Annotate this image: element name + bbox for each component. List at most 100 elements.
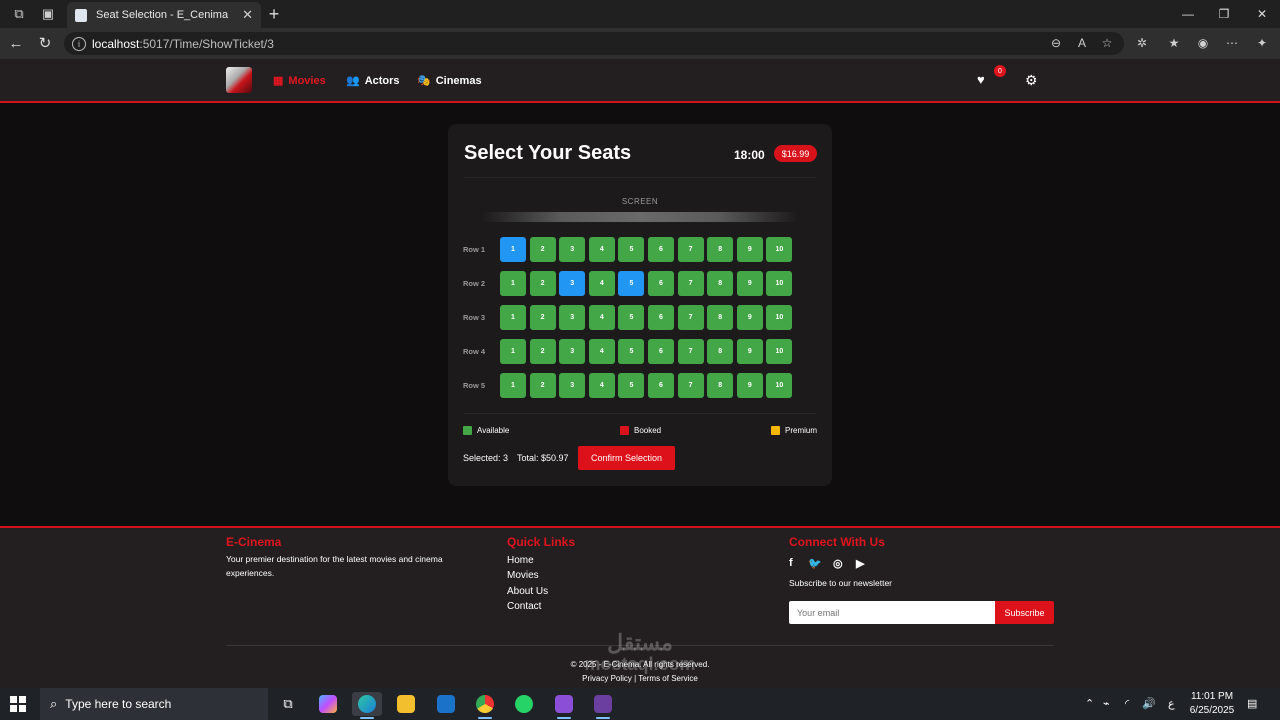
seat-available[interactable]: 1	[500, 339, 526, 364]
subscribe-button[interactable]: Subscribe	[995, 601, 1054, 624]
edge-app-icon[interactable]	[352, 692, 382, 719]
site-info-icon[interactable]: i	[72, 36, 86, 51]
site-logo[interactable]	[226, 67, 252, 93]
seat-available[interactable]: 2	[529, 305, 556, 330]
seat-available[interactable]: 10	[766, 339, 793, 364]
youtube-icon[interactable]: ▶	[856, 557, 864, 570]
input-language[interactable]: ع	[1168, 697, 1175, 710]
seat-available[interactable]: 10	[766, 237, 793, 262]
seat-available[interactable]: 1	[500, 271, 526, 296]
app-icon[interactable]	[588, 692, 618, 719]
seat-available[interactable]: 3	[559, 373, 586, 398]
seat-available[interactable]: 4	[588, 339, 615, 364]
seat-available[interactable]: 2	[529, 373, 556, 398]
seat-available[interactable]: 6	[648, 237, 674, 262]
workspaces-icon[interactable]: ⧉	[5, 0, 33, 28]
seat-available[interactable]: 5	[618, 339, 645, 364]
visual-studio-icon[interactable]	[549, 692, 579, 719]
heart-icon[interactable]: ♥	[977, 72, 985, 87]
footer-link-about[interactable]: About Us	[507, 586, 548, 597]
windows-start-icon[interactable]	[10, 696, 26, 712]
seat-available[interactable]: 3	[559, 237, 586, 262]
instagram-icon[interactable]: ◎	[833, 557, 843, 570]
seat-available[interactable]: 6	[648, 271, 674, 296]
seat-available[interactable]: 2	[529, 339, 556, 364]
seat-available[interactable]: 10	[766, 271, 793, 296]
file-explorer-icon[interactable]	[391, 692, 421, 716]
newsletter-email-input[interactable]	[789, 601, 995, 624]
seat-available[interactable]: 5	[618, 373, 645, 398]
seat-available[interactable]: 4	[588, 237, 615, 262]
outlook-icon[interactable]	[431, 692, 461, 716]
seat-available[interactable]: 6	[648, 339, 674, 364]
seat-available[interactable]: 7	[677, 271, 704, 296]
seat-available[interactable]: 7	[677, 339, 704, 364]
seat-selected[interactable]: 3	[559, 271, 586, 296]
whatsapp-icon[interactable]	[509, 692, 539, 716]
minimize-icon[interactable]: —	[1170, 0, 1206, 28]
seat-available[interactable]: 9	[736, 373, 763, 398]
browser-tab[interactable]: Seat Selection - E_Cenima ✕	[67, 2, 261, 28]
seat-selected[interactable]: 5	[618, 271, 645, 296]
seat-available[interactable]: 10	[766, 373, 793, 398]
seat-available[interactable]: 2	[529, 271, 556, 296]
seat-available[interactable]: 1	[500, 305, 526, 330]
seat-selected[interactable]: 1	[500, 237, 526, 262]
seat-available[interactable]: 8	[707, 373, 734, 398]
tray-chevron-icon[interactable]: ⌃	[1085, 697, 1094, 710]
seat-available[interactable]: 3	[559, 339, 586, 364]
seat-available[interactable]: 6	[648, 305, 674, 330]
taskbar-clock[interactable]: 11:01 PM 6/25/2025	[1182, 690, 1242, 718]
gear-icon[interactable]: ⚙	[1025, 72, 1038, 89]
chrome-app-icon[interactable]	[470, 692, 500, 719]
footer-link-movies[interactable]: Movies	[507, 570, 539, 581]
url-field[interactable]: i localhost :5017/Time/ShowTicket/3	[64, 32, 1124, 55]
copilot-app-icon[interactable]	[313, 692, 343, 716]
seat-available[interactable]: 10	[766, 305, 793, 330]
zoom-icon[interactable]: ⊖	[1046, 32, 1066, 54]
network-status-icon[interactable]: ⌁	[1103, 697, 1110, 710]
tab-actions-icon[interactable]: ▣	[34, 0, 62, 28]
seat-available[interactable]: 1	[500, 373, 526, 398]
seat-available[interactable]: 7	[677, 237, 704, 262]
seat-available[interactable]: 5	[618, 237, 645, 262]
twitter-icon[interactable]: 🐦	[808, 557, 822, 570]
back-icon[interactable]: ←	[4, 32, 28, 54]
wifi-icon[interactable]: ◜	[1125, 697, 1129, 710]
more-menu-icon[interactable]: ⋯	[1222, 32, 1242, 54]
footer-link-contact[interactable]: Contact	[507, 601, 541, 612]
seat-available[interactable]: 3	[559, 305, 586, 330]
close-tab-icon[interactable]: ✕	[242, 7, 253, 23]
read-aloud-icon[interactable]: A	[1072, 32, 1092, 54]
taskbar-search[interactable]: ⌕ Type here to search	[40, 688, 268, 720]
seat-available[interactable]: 9	[736, 305, 763, 330]
window-close-icon[interactable]: ✕	[1244, 0, 1280, 28]
seat-available[interactable]: 9	[736, 237, 763, 262]
seat-available[interactable]: 8	[707, 237, 734, 262]
seat-available[interactable]: 8	[707, 339, 734, 364]
nav-cinemas[interactable]: 🎭 Cinemas	[417, 74, 482, 88]
restore-icon[interactable]: ❐	[1206, 0, 1242, 28]
seat-available[interactable]: 4	[588, 373, 615, 398]
profile-avatar-icon[interactable]: ◉	[1193, 32, 1213, 54]
nav-actors[interactable]: 👥 Actors	[346, 74, 400, 88]
favorite-star-icon[interactable]: ☆	[1097, 32, 1117, 54]
seat-available[interactable]: 8	[707, 305, 734, 330]
notifications-icon[interactable]: ▤	[1247, 697, 1257, 710]
volume-icon[interactable]: 🔊	[1142, 697, 1156, 710]
seat-available[interactable]: 8	[707, 271, 734, 296]
nav-movies[interactable]: ▦ Movies	[273, 74, 326, 88]
refresh-icon[interactable]: ↻	[33, 32, 57, 54]
seat-available[interactable]: 9	[736, 271, 763, 296]
extensions-icon[interactable]: ✲	[1132, 32, 1152, 54]
seat-available[interactable]: 4	[588, 305, 615, 330]
seat-available[interactable]: 7	[677, 373, 704, 398]
facebook-icon[interactable]: f	[789, 557, 793, 569]
new-tab-button[interactable]: +	[264, 2, 284, 26]
seat-available[interactable]: 4	[588, 271, 615, 296]
confirm-selection-button[interactable]: Confirm Selection	[578, 446, 675, 470]
copilot-icon[interactable]: ✦	[1252, 32, 1272, 54]
task-view-icon[interactable]: ⧉	[273, 692, 303, 716]
seat-available[interactable]: 7	[677, 305, 704, 330]
footer-link-home[interactable]: Home	[507, 555, 534, 566]
